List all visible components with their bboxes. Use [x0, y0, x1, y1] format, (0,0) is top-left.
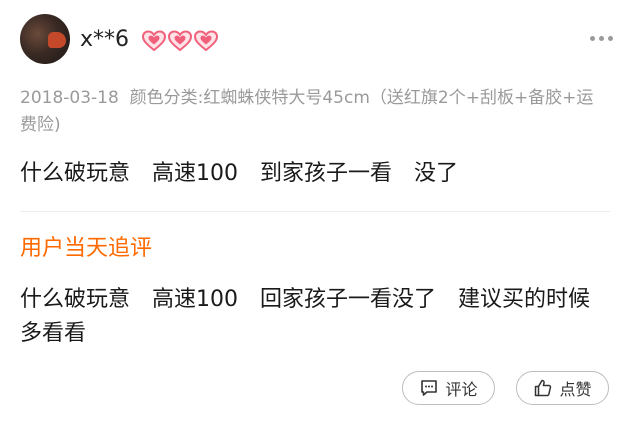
followup-text: 什么破玩意 高速100 回家孩子一看没了 建议买的时候多看看	[20, 287, 590, 346]
followup-title: 用户当天追评	[20, 236, 153, 261]
heart-badge-icon	[167, 30, 193, 52]
like-button[interactable]: 点赞	[516, 371, 609, 405]
sku-label: 颜色分类:	[129, 88, 204, 108]
thumbs-up-icon	[535, 379, 552, 397]
comment-icon	[421, 380, 438, 396]
heart-badge-icon	[141, 30, 167, 52]
user-avatar[interactable]	[20, 14, 70, 64]
user-level-badges	[141, 30, 219, 52]
review-meta: 2018-03-18 颜色分类:红蜘蛛侠特大号45cm（送红旗2个+刮板+备胶+…	[20, 85, 610, 139]
more-options-icon[interactable]	[590, 36, 613, 41]
username: x**6	[80, 27, 130, 52]
review-date: 2018-03-18	[20, 88, 119, 108]
heart-badge-icon	[193, 30, 219, 52]
like-label: 点赞	[559, 380, 592, 399]
comment-button[interactable]: 评论	[402, 371, 495, 405]
review-text: 什么破玩意 高速100 到家孩子一看 没了	[20, 161, 458, 186]
comment-label: 评论	[445, 380, 478, 399]
divider	[20, 211, 610, 212]
